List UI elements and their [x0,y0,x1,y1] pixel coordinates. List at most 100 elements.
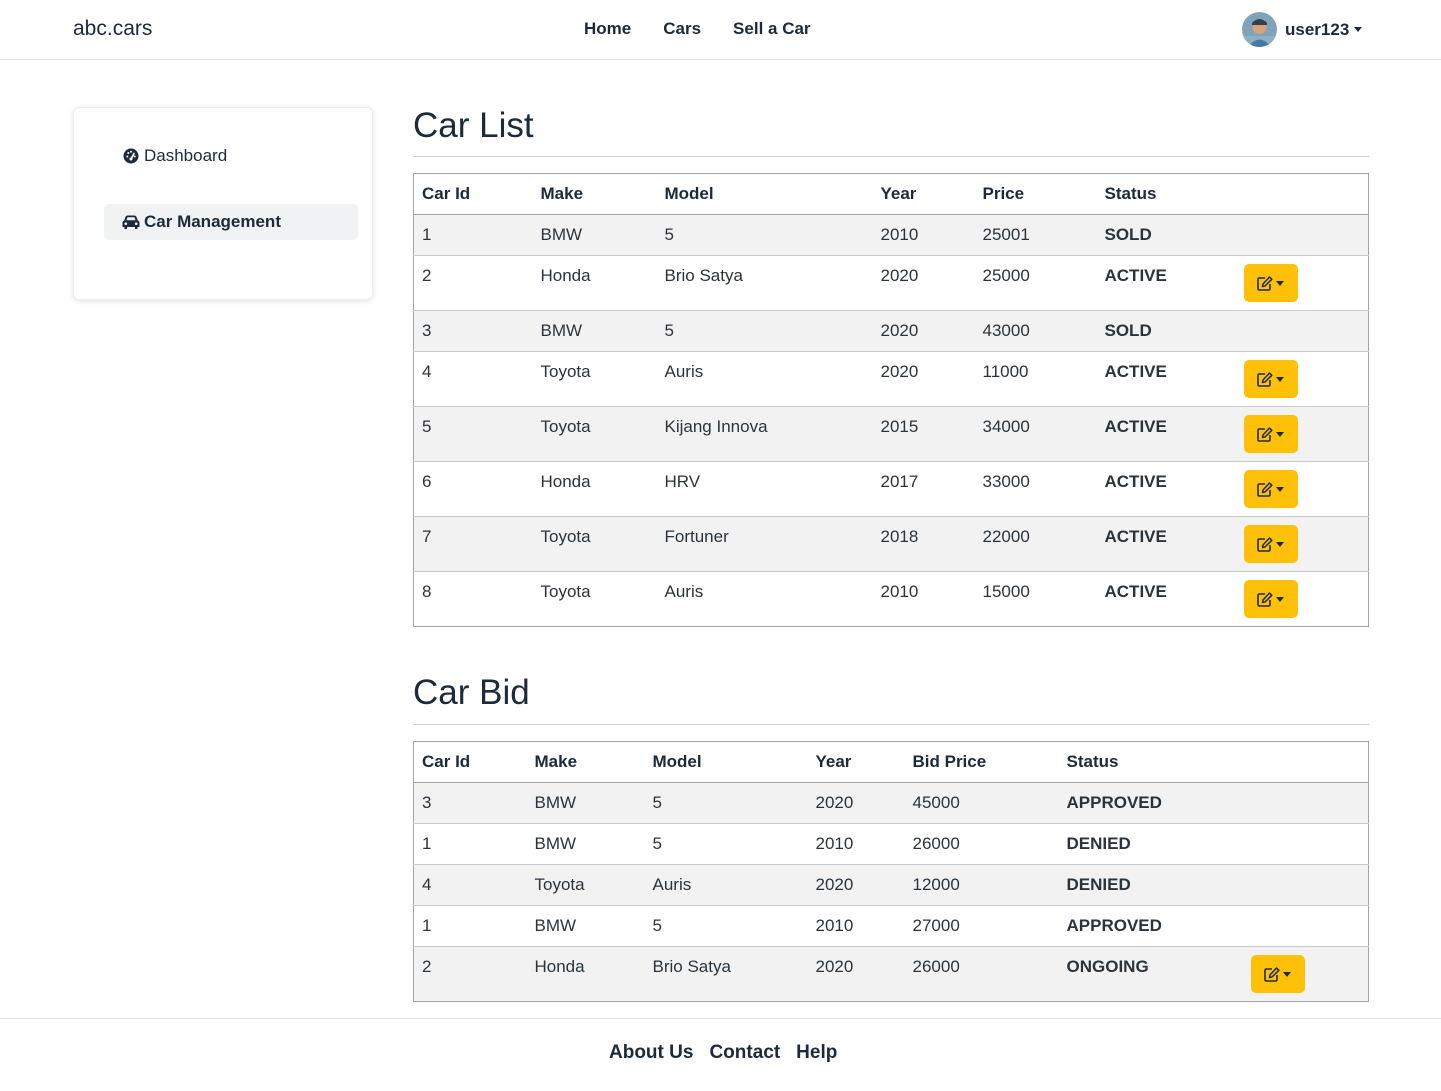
nav-link-cars[interactable]: Cars [663,19,701,39]
chevron-down-icon [1276,376,1284,382]
edit-icon [1257,591,1273,607]
cell-car-id: 1 [413,214,533,256]
cell-car-id: 8 [413,571,533,627]
car-list-table: Car Id Make Model Year Price Status 1 BM… [413,173,1369,627]
cell-actions [1235,571,1369,627]
edit-dropdown-button[interactable] [1243,264,1298,302]
cell-make: Honda [526,946,645,1002]
cell-car-id: 2 [413,255,533,311]
cell-car-id: 2 [413,946,527,1002]
cell-car-id: 6 [413,461,533,517]
column-header: Year [807,741,905,783]
cell-bid-price: 12000 [904,864,1059,906]
edit-icon [1257,275,1273,291]
cell-year: 2010 [807,823,905,865]
car-icon [122,213,140,231]
cell-make: BMW [526,905,645,947]
cell-price: 15000 [974,571,1097,627]
edit-dropdown-button[interactable] [1243,470,1298,508]
cell-year: 2020 [872,310,975,352]
chevron-down-icon [1276,280,1284,286]
nav-link-sell-a-car[interactable]: Sell a Car [733,19,811,39]
sidebar-item-label: Car Management [144,212,281,231]
cell-make: Honda [532,461,657,517]
chevron-down-icon [1276,596,1284,602]
user-menu-dropdown[interactable]: user123 [1242,12,1363,47]
cell-year: 2020 [872,351,975,407]
cell-price: 11000 [974,351,1097,407]
sidebar-item-label: Dashboard [144,146,228,165]
user-name: user123 [1285,19,1350,39]
sidebar-item-car-management[interactable]: Car Management [104,204,358,240]
cell-actions [1235,310,1369,352]
cell-car-id: 3 [413,782,527,824]
cell-car-id: 5 [413,406,533,462]
cell-price: 34000 [974,406,1097,462]
edit-dropdown-button[interactable] [1243,580,1298,618]
cell-price: 22000 [974,516,1097,572]
cell-actions [1242,782,1369,824]
column-header: Car Id [413,173,533,215]
cell-model: Brio Satya [644,946,808,1002]
edit-icon [1257,536,1273,552]
status-badge: ACTIVE [1096,351,1236,407]
cell-price: 33000 [974,461,1097,517]
edit-icon [1264,966,1280,982]
column-header: Model [656,173,873,215]
table-row: 1 BMW 5 2010 27000 APPROVED [413,905,1369,947]
footer-link-contact[interactable]: Contact [709,1042,780,1064]
cell-model: Kijang Innova [656,406,873,462]
cell-actions [1235,461,1369,517]
status-badge: DENIED [1058,823,1243,865]
status-badge: ONGOING [1058,946,1243,1002]
status-badge: ACTIVE [1096,461,1236,517]
footer-link-help[interactable]: Help [796,1042,837,1064]
status-badge: ACTIVE [1096,406,1236,462]
cell-model: 5 [644,782,808,824]
cell-actions [1235,406,1369,462]
section-divider [413,724,1369,725]
cell-bid-price: 26000 [904,946,1059,1002]
cell-actions [1242,864,1369,906]
cell-model: Brio Satya [656,255,873,311]
chevron-down-icon [1276,431,1284,437]
table-row: 2 Honda Brio Satya 2020 26000 ONGOING [413,946,1369,1002]
edit-dropdown-button[interactable] [1243,415,1298,453]
cell-actions [1235,351,1369,407]
cell-make: BMW [526,782,645,824]
sidebar-item-dashboard[interactable]: Dashboard [104,138,358,174]
edit-dropdown-button[interactable] [1250,955,1305,993]
cell-year: 2018 [872,516,975,572]
table-row: 3 BMW 5 2020 45000 APPROVED [413,782,1369,824]
status-badge: ACTIVE [1096,571,1236,627]
car-bid-title: Car Bid [413,673,530,712]
cell-price: 25000 [974,255,1097,311]
top-navbar: abc.cars Home Cars Sell a Car user123 [0,0,1441,60]
column-header: Car Id [413,741,527,783]
column-header: Price [974,173,1097,215]
brand-logo[interactable]: abc.cars [73,17,152,41]
cell-year: 2020 [872,255,975,311]
column-header: Status [1096,173,1236,215]
chevron-down-icon [1276,541,1284,547]
chevron-down-icon [1354,27,1363,32]
cell-year: 2020 [807,782,905,824]
edit-icon [1257,481,1273,497]
cell-make: BMW [532,310,657,352]
column-header: Make [532,173,657,215]
edit-dropdown-button[interactable] [1243,525,1298,563]
sidebar: Dashboard Car Management [73,107,373,300]
column-header: Make [526,741,645,783]
edit-dropdown-button[interactable] [1243,360,1298,398]
column-header-actions [1235,173,1369,215]
cell-model: HRV [656,461,873,517]
cell-make: Honda [532,255,657,311]
nav-link-home[interactable]: Home [584,19,631,39]
cell-model: Auris [656,351,873,407]
status-badge: APPROVED [1058,905,1243,947]
footer-link-about-us[interactable]: About Us [609,1042,693,1064]
edit-icon [1257,371,1273,387]
cell-year: 2010 [872,571,975,627]
cell-car-id: 3 [413,310,533,352]
status-badge: ACTIVE [1096,516,1236,572]
